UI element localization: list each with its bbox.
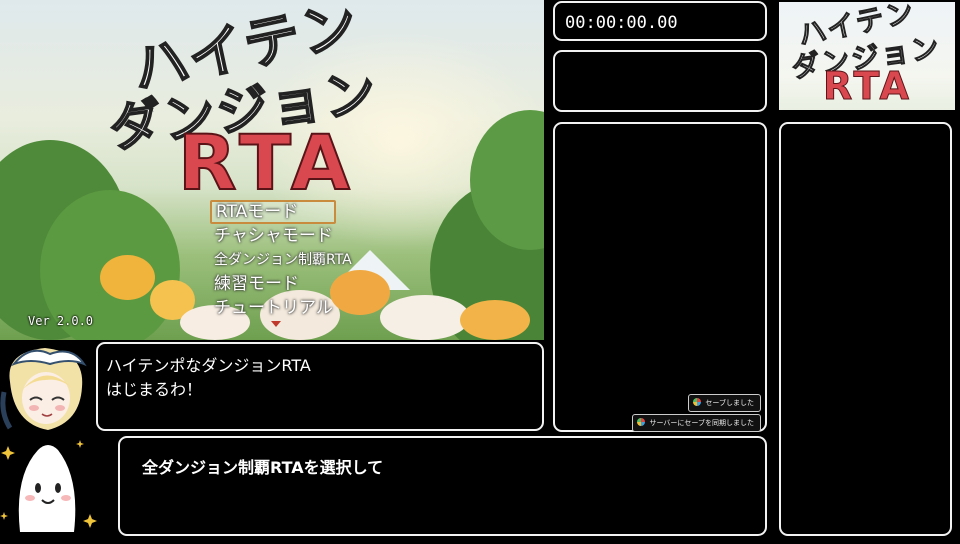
dialog-box: ハイテンポなダンジョンRTA はじまるわ！ [96, 342, 544, 431]
maid-character-icon [0, 342, 95, 434]
flower [380, 295, 470, 340]
flower [460, 300, 530, 340]
dialog-line-1: ハイテンポなダンジョンRTA [106, 356, 311, 375]
mini-logo-rta: RTA [823, 64, 912, 109]
version-label: Ver 2.0.0 [28, 314, 94, 328]
menu-item-tutorial[interactable]: チュートリアル [210, 296, 356, 320]
subtitle-text: 全ダンジョン制覇RTAを選択して [142, 458, 384, 477]
flower [100, 255, 155, 300]
game-screen: ハイテン ダンジョン RTA RTAモード チャシャモード 全ダンジョン制覇RT… [0, 0, 544, 340]
ghost-mascot [0, 436, 110, 540]
side-panel [779, 122, 952, 536]
title-menu: RTAモード チャシャモード 全ダンジョン制覇RTA 練習モード チュートリアル [210, 200, 356, 320]
server-sync-toast: サーバーにセーブを同期しました [632, 414, 761, 432]
ghost-icon [0, 440, 97, 532]
dialog-line-2: はじまるわ！ [106, 380, 203, 399]
sync-icon [637, 418, 646, 426]
save-icon [693, 398, 702, 406]
subtitle-box: 全ダンジョン制覇RTAを選択して [118, 436, 767, 536]
menu-item-chasha-mode[interactable]: チャシャモード [210, 224, 356, 248]
server-sync-toast-label: サーバーにセーブを同期しました [649, 419, 754, 427]
menu-down-arrow-icon [271, 321, 281, 327]
title-rta: RTA [177, 117, 356, 208]
menu-item-practice-mode[interactable]: 練習モード [210, 272, 356, 296]
split-panel [553, 50, 767, 112]
character-portrait [0, 342, 95, 434]
menu-item-rta-mode[interactable]: RTAモード [210, 200, 336, 224]
menu-item-all-dungeon-rta[interactable]: 全ダンジョン制覇RTA [210, 248, 356, 272]
save-toast-label: セーブしました [705, 399, 754, 407]
timer-value: 00:00:00.00 [565, 13, 678, 33]
info-panel: セーブしました サーバーにセーブを同期しました [553, 122, 767, 432]
mini-title-logo: ハイテン ダンジョン RTA [779, 2, 955, 110]
timer-panel: 00:00:00.00 [553, 1, 767, 41]
save-toast: セーブしました [688, 394, 761, 412]
